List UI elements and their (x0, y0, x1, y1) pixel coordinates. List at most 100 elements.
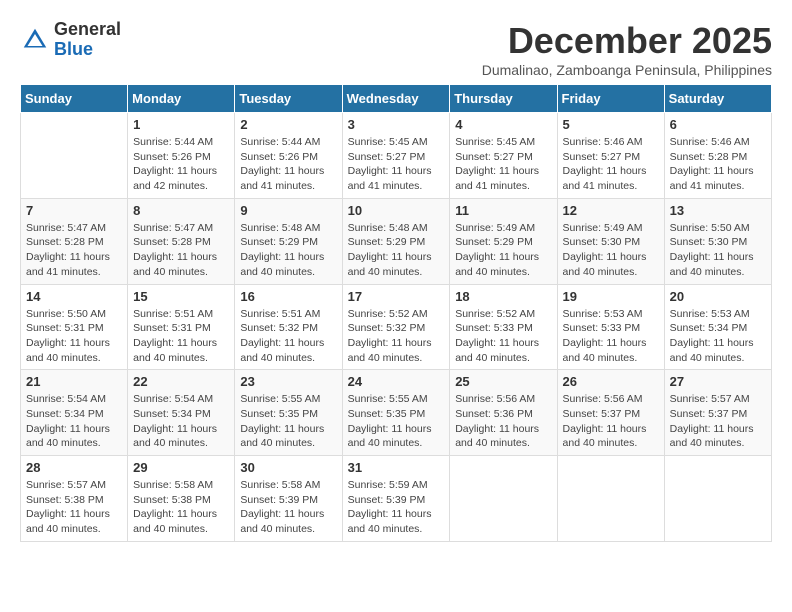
calendar-cell: 27 Sunrise: 5:57 AMSunset: 5:37 PMDaylig… (664, 370, 771, 456)
day-info: Sunrise: 5:53 AMSunset: 5:34 PMDaylight:… (670, 308, 754, 364)
calendar-cell (557, 456, 664, 542)
day-info: Sunrise: 5:49 AMSunset: 5:29 PMDaylight:… (455, 222, 539, 278)
calendar-cell: 2 Sunrise: 5:44 AMSunset: 5:26 PMDayligh… (235, 113, 342, 199)
calendar-cell: 29 Sunrise: 5:58 AMSunset: 5:38 PMDaylig… (128, 456, 235, 542)
header-monday: Monday (128, 85, 235, 113)
day-number: 16 (240, 289, 336, 304)
day-info: Sunrise: 5:47 AMSunset: 5:28 PMDaylight:… (133, 222, 217, 278)
calendar-cell: 30 Sunrise: 5:58 AMSunset: 5:39 PMDaylig… (235, 456, 342, 542)
day-number: 10 (348, 203, 445, 218)
logo-general-text: General (54, 20, 121, 40)
day-info: Sunrise: 5:44 AMSunset: 5:26 PMDaylight:… (240, 136, 324, 192)
day-info: Sunrise: 5:49 AMSunset: 5:30 PMDaylight:… (563, 222, 647, 278)
day-info: Sunrise: 5:58 AMSunset: 5:39 PMDaylight:… (240, 479, 324, 535)
day-number: 13 (670, 203, 766, 218)
day-number: 8 (133, 203, 229, 218)
day-number: 29 (133, 460, 229, 475)
day-number: 24 (348, 374, 445, 389)
header-sunday: Sunday (21, 85, 128, 113)
calendar-cell: 5 Sunrise: 5:46 AMSunset: 5:27 PMDayligh… (557, 113, 664, 199)
calendar-week-row: 21 Sunrise: 5:54 AMSunset: 5:34 PMDaylig… (21, 370, 772, 456)
calendar-cell: 8 Sunrise: 5:47 AMSunset: 5:28 PMDayligh… (128, 198, 235, 284)
day-number: 20 (670, 289, 766, 304)
month-title: December 2025 (482, 20, 772, 62)
day-number: 28 (26, 460, 122, 475)
day-number: 2 (240, 117, 336, 132)
day-info: Sunrise: 5:59 AMSunset: 5:39 PMDaylight:… (348, 479, 432, 535)
day-info: Sunrise: 5:53 AMSunset: 5:33 PMDaylight:… (563, 308, 647, 364)
day-number: 12 (563, 203, 659, 218)
day-info: Sunrise: 5:45 AMSunset: 5:27 PMDaylight:… (348, 136, 432, 192)
logo-icon (20, 25, 50, 55)
day-info: Sunrise: 5:44 AMSunset: 5:26 PMDaylight:… (133, 136, 217, 192)
header-friday: Friday (557, 85, 664, 113)
calendar-cell: 28 Sunrise: 5:57 AMSunset: 5:38 PMDaylig… (21, 456, 128, 542)
day-number: 6 (670, 117, 766, 132)
day-info: Sunrise: 5:46 AMSunset: 5:28 PMDaylight:… (670, 136, 754, 192)
day-info: Sunrise: 5:56 AMSunset: 5:37 PMDaylight:… (563, 393, 647, 449)
calendar-cell: 15 Sunrise: 5:51 AMSunset: 5:31 PMDaylig… (128, 284, 235, 370)
calendar-cell: 7 Sunrise: 5:47 AMSunset: 5:28 PMDayligh… (21, 198, 128, 284)
day-info: Sunrise: 5:51 AMSunset: 5:31 PMDaylight:… (133, 308, 217, 364)
calendar-cell: 21 Sunrise: 5:54 AMSunset: 5:34 PMDaylig… (21, 370, 128, 456)
calendar-week-row: 7 Sunrise: 5:47 AMSunset: 5:28 PMDayligh… (21, 198, 772, 284)
header-saturday: Saturday (664, 85, 771, 113)
day-info: Sunrise: 5:55 AMSunset: 5:35 PMDaylight:… (348, 393, 432, 449)
day-info: Sunrise: 5:52 AMSunset: 5:33 PMDaylight:… (455, 308, 539, 364)
day-number: 5 (563, 117, 659, 132)
calendar-cell: 12 Sunrise: 5:49 AMSunset: 5:30 PMDaylig… (557, 198, 664, 284)
calendar-week-row: 28 Sunrise: 5:57 AMSunset: 5:38 PMDaylig… (21, 456, 772, 542)
day-number: 30 (240, 460, 336, 475)
day-info: Sunrise: 5:57 AMSunset: 5:37 PMDaylight:… (670, 393, 754, 449)
calendar-cell: 23 Sunrise: 5:55 AMSunset: 5:35 PMDaylig… (235, 370, 342, 456)
calendar-cell: 19 Sunrise: 5:53 AMSunset: 5:33 PMDaylig… (557, 284, 664, 370)
calendar-cell: 16 Sunrise: 5:51 AMSunset: 5:32 PMDaylig… (235, 284, 342, 370)
calendar-cell: 26 Sunrise: 5:56 AMSunset: 5:37 PMDaylig… (557, 370, 664, 456)
day-number: 25 (455, 374, 551, 389)
day-info: Sunrise: 5:57 AMSunset: 5:38 PMDaylight:… (26, 479, 110, 535)
calendar-cell: 13 Sunrise: 5:50 AMSunset: 5:30 PMDaylig… (664, 198, 771, 284)
calendar-cell (450, 456, 557, 542)
day-info: Sunrise: 5:48 AMSunset: 5:29 PMDaylight:… (348, 222, 432, 278)
calendar-cell: 24 Sunrise: 5:55 AMSunset: 5:35 PMDaylig… (342, 370, 450, 456)
day-info: Sunrise: 5:45 AMSunset: 5:27 PMDaylight:… (455, 136, 539, 192)
day-number: 11 (455, 203, 551, 218)
day-number: 31 (348, 460, 445, 475)
header-thursday: Thursday (450, 85, 557, 113)
calendar-cell: 17 Sunrise: 5:52 AMSunset: 5:32 PMDaylig… (342, 284, 450, 370)
day-info: Sunrise: 5:55 AMSunset: 5:35 PMDaylight:… (240, 393, 324, 449)
day-info: Sunrise: 5:58 AMSunset: 5:38 PMDaylight:… (133, 479, 217, 535)
day-number: 17 (348, 289, 445, 304)
logo-blue-text: Blue (54, 40, 121, 60)
calendar-cell: 11 Sunrise: 5:49 AMSunset: 5:29 PMDaylig… (450, 198, 557, 284)
day-number: 22 (133, 374, 229, 389)
header-tuesday: Tuesday (235, 85, 342, 113)
day-number: 23 (240, 374, 336, 389)
day-number: 27 (670, 374, 766, 389)
calendar-cell: 3 Sunrise: 5:45 AMSunset: 5:27 PMDayligh… (342, 113, 450, 199)
calendar-cell: 14 Sunrise: 5:50 AMSunset: 5:31 PMDaylig… (21, 284, 128, 370)
logo: General Blue (20, 20, 121, 60)
day-info: Sunrise: 5:54 AMSunset: 5:34 PMDaylight:… (133, 393, 217, 449)
day-info: Sunrise: 5:50 AMSunset: 5:31 PMDaylight:… (26, 308, 110, 364)
day-number: 19 (563, 289, 659, 304)
calendar-cell: 25 Sunrise: 5:56 AMSunset: 5:36 PMDaylig… (450, 370, 557, 456)
day-info: Sunrise: 5:50 AMSunset: 5:30 PMDaylight:… (670, 222, 754, 278)
calendar-cell: 20 Sunrise: 5:53 AMSunset: 5:34 PMDaylig… (664, 284, 771, 370)
days-header-row: Sunday Monday Tuesday Wednesday Thursday… (21, 85, 772, 113)
calendar-cell: 31 Sunrise: 5:59 AMSunset: 5:39 PMDaylig… (342, 456, 450, 542)
day-number: 7 (26, 203, 122, 218)
title-block: December 2025 Dumalinao, Zamboanga Penin… (482, 20, 772, 78)
calendar-table: Sunday Monday Tuesday Wednesday Thursday… (20, 84, 772, 542)
calendar-cell (664, 456, 771, 542)
day-number: 15 (133, 289, 229, 304)
calendar-cell (21, 113, 128, 199)
day-number: 9 (240, 203, 336, 218)
header-wednesday: Wednesday (342, 85, 450, 113)
day-number: 14 (26, 289, 122, 304)
calendar-cell: 1 Sunrise: 5:44 AMSunset: 5:26 PMDayligh… (128, 113, 235, 199)
day-number: 4 (455, 117, 551, 132)
calendar-cell: 4 Sunrise: 5:45 AMSunset: 5:27 PMDayligh… (450, 113, 557, 199)
calendar-week-row: 14 Sunrise: 5:50 AMSunset: 5:31 PMDaylig… (21, 284, 772, 370)
calendar-cell: 18 Sunrise: 5:52 AMSunset: 5:33 PMDaylig… (450, 284, 557, 370)
